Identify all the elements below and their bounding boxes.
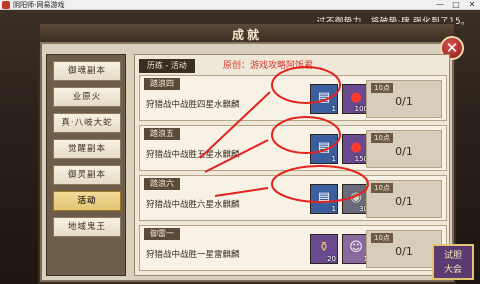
progress-text: 0/1 — [395, 195, 413, 208]
achievement-panel: 成就 ✕ 御魂副本 业原火 真·八岐大蛇 觉醒副本 御灵副本 活动 地域鬼王 历… — [38, 22, 464, 284]
achievement-row[interactable]: 踏浪六 狩猎战中战胜六星水麒麟 ▤1 ◉30 ✷1 10点 0/1 — [139, 175, 447, 221]
window-titlebar: 阴阳师-网易游戏 — □ ✕ — [0, 0, 480, 10]
game-scene: 过不御势力，将破势·肆 强化到了15。 成就 ✕ 御魂副本 业原火 真·八岐大蛇… — [0, 10, 480, 284]
achievement-name: 踏浪六 — [144, 178, 180, 190]
progress-text: 0/1 — [395, 95, 413, 108]
panel-header: 成就 — [40, 24, 454, 44]
points-box: 10点 0/1 — [366, 80, 442, 118]
sidebar-item-orochi[interactable]: 真·八岐大蛇 — [53, 113, 121, 133]
achievement-description: 狩猎战中战胜一星雷麒麟 — [146, 250, 240, 260]
scroll-icon[interactable]: ▤ 1 — [310, 134, 338, 164]
sidebar-item-yeyuanhuo[interactable]: 业原火 — [53, 87, 121, 107]
points-box: 10点 0/1 — [366, 230, 442, 268]
achievement-list: 历练 - 活动 原创：游戏攻略阿饭君 踏浪四 狩猎战中战胜四星水麒麟 ▤ 1 ● 1… — [134, 54, 450, 276]
maximize-button[interactable]: □ — [448, 0, 464, 10]
minimize-button[interactable]: — — [432, 0, 448, 10]
panel-title: 成就 — [231, 28, 262, 42]
sidebar-item-awakening[interactable]: 觉醒副本 — [53, 139, 121, 159]
achievement-name: 踏浪五 — [144, 128, 180, 140]
achievement-name: 御雷一 — [144, 228, 180, 240]
points-badge: 10点 — [371, 183, 393, 193]
scroll-icon[interactable]: ▤ 1 — [310, 184, 338, 214]
potion-icon[interactable]: ⚱ 20 — [310, 234, 338, 264]
achievement-description: 狩猎战中战胜五星水麒麟 — [146, 150, 240, 160]
progress-text: 0/1 — [395, 145, 413, 158]
scroll-icon[interactable]: ▤ 1 — [310, 84, 338, 114]
achievement-description: 狩猎战中战胜四星水麒麟 — [146, 100, 240, 110]
achievement-row[interactable]: 踏浪五 狩猎战中战胜五星水麒麟 ▤ 1 ● 150 10点 0/1 — [139, 125, 447, 171]
achievement-row[interactable]: 踏浪四 狩猎战中战胜四星水麒麟 ▤ 1 ● 100 10点 0/1 — [139, 75, 447, 121]
badge-line2: 大会 — [443, 265, 462, 275]
achievement-description: 狩猎战中战胜六星水麒麟 — [146, 200, 240, 210]
sidebar-item-event[interactable]: 活动 — [53, 191, 121, 211]
achievement-name: 踏浪四 — [144, 78, 180, 90]
sidebar-item-yuling[interactable]: 御灵副本 — [53, 165, 121, 185]
category-sidebar: 御魂副本 业原火 真·八岐大蛇 觉醒副本 御灵副本 活动 地域鬼王 — [46, 54, 126, 276]
sidebar-item-yuhun[interactable]: 御魂副本 — [53, 61, 121, 81]
watermark-text: 原创：游戏攻略阿饭君 — [223, 61, 314, 71]
points-badge: 10点 — [371, 233, 393, 243]
app-logo-icon — [2, 1, 10, 9]
points-box: 10点 0/1 — [366, 130, 442, 168]
trial-event-badge[interactable]: 试胆 大会 — [432, 244, 474, 280]
points-badge: 10点 — [371, 83, 393, 93]
section-tab: 历练 - 活动 — [139, 59, 195, 73]
progress-text: 0/1 — [395, 245, 413, 258]
achievement-row[interactable]: 御雷一 狩猎战中战胜一星雷麒麟 ⚱20 ☺1 10点 0/1 — [139, 225, 447, 271]
close-window-button[interactable]: ✕ — [464, 0, 480, 10]
sidebar-item-demon-king[interactable]: 地域鬼王 — [53, 217, 121, 237]
points-badge: 10点 — [371, 133, 393, 143]
points-box: 10点 0/1 — [366, 180, 442, 218]
window-title: 阴阳师-网易游戏 — [13, 1, 65, 9]
badge-line1: 试胆 — [443, 251, 462, 261]
